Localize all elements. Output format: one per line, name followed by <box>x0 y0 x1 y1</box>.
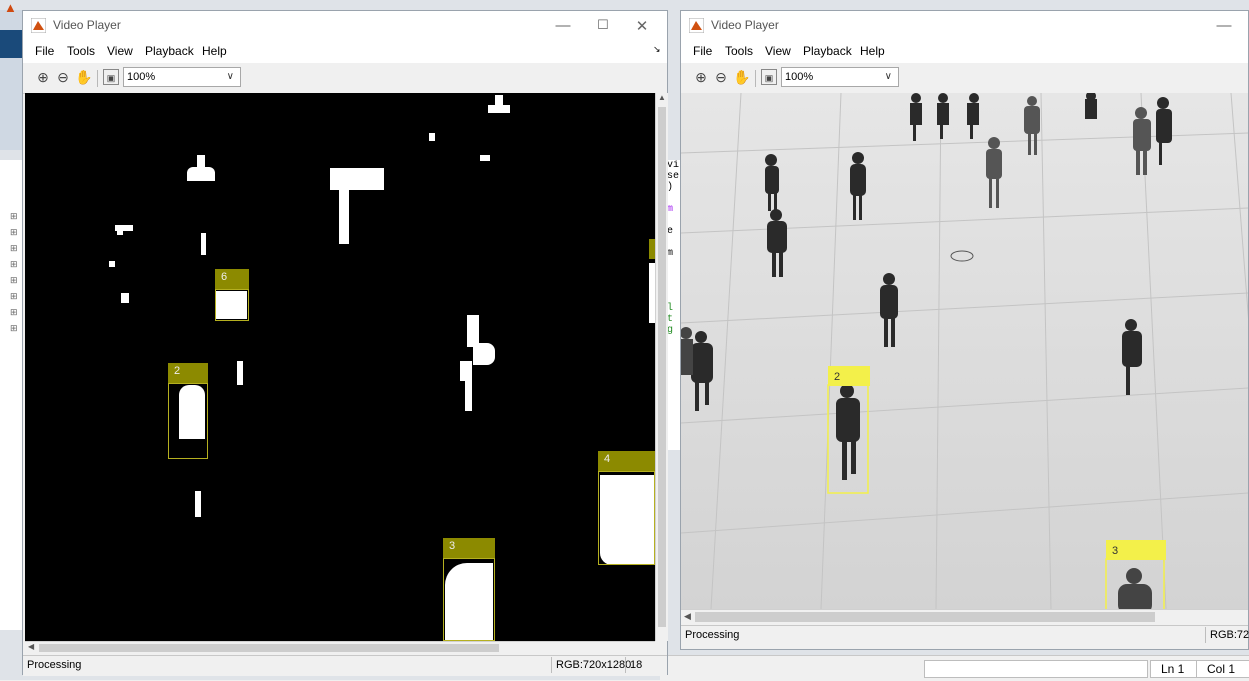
matlab-statusbar: Ln 1 Col 1 <box>660 655 1249 681</box>
left-vertical-scrollbar[interactable]: ▲ <box>655 93 668 641</box>
zoom-select[interactable]: 100% ∨ <box>123 67 241 87</box>
mask-bbox <box>598 471 655 565</box>
matlab-app-icon <box>30 17 47 34</box>
mask-bbox <box>215 289 249 321</box>
mask-box-label-2: 2 <box>168 363 208 383</box>
left-horizontal-scrollbar[interactable]: ◀ <box>25 641 655 654</box>
right-status-text: Processing <box>685 629 740 641</box>
fit-to-window-icon[interactable]: ▣ <box>761 69 777 85</box>
menu-file[interactable]: File <box>693 44 712 58</box>
right-box-label-2: 2 <box>834 371 840 383</box>
zoom-in-icon[interactable]: ⊕ <box>35 69 51 85</box>
scroll-up-icon[interactable]: ▲ <box>658 93 666 102</box>
right-window-title: Video Player <box>711 18 779 32</box>
chevron-down-icon: ∨ <box>884 71 892 82</box>
zoom-value: 100% <box>127 71 156 83</box>
left-statusbar: Processing RGB:720x1280 18 <box>23 655 667 676</box>
menu-playback[interactable]: Playback <box>803 44 852 58</box>
right-horizontal-scrollbar[interactable]: ◀ <box>681 609 1248 624</box>
menu-view[interactable]: View <box>107 44 133 58</box>
mask-bbox <box>443 558 495 641</box>
right-statusbar: Processing RGB:72 <box>681 625 1249 646</box>
toolbar-separator <box>755 70 756 87</box>
left-status-text: Processing <box>27 659 82 671</box>
crowd-scene-image: 2 3 <box>681 93 1248 609</box>
scroll-thumb[interactable] <box>658 107 666 627</box>
menu-tools[interactable]: Tools <box>67 44 95 58</box>
left-window-title: Video Player <box>53 18 121 32</box>
left-menubar: File Tools View Playback Help ↘ <box>23 41 667 63</box>
zoom-value: 100% <box>785 71 814 83</box>
frame-counter: 18 <box>625 657 646 673</box>
right-video-frame: 2 3 <box>681 93 1248 609</box>
scroll-thumb[interactable] <box>695 612 1155 622</box>
dock-arrow-icon[interactable]: ↘ <box>653 44 661 55</box>
left-mask-frame: 6 2 4 3 <box>25 93 655 641</box>
zoom-in-icon[interactable]: ⊕ <box>693 69 709 85</box>
maximize-button[interactable]: ☐ <box>588 17 618 33</box>
right-video-player-window[interactable]: Video Player — File Tools View Playback … <box>680 10 1249 650</box>
menu-playback[interactable]: Playback <box>145 44 194 58</box>
right-format-text: RGB:72 <box>1205 627 1249 643</box>
scroll-thumb[interactable] <box>39 644 499 652</box>
matlab-app-icon <box>688 17 705 34</box>
chevron-down-icon: ∨ <box>226 71 234 82</box>
pan-hand-icon[interactable]: ✋ <box>733 69 750 85</box>
left-video-player-window[interactable]: Video Player — ☐ ✕ File Tools View Playb… <box>22 10 668 676</box>
menu-view[interactable]: View <box>765 44 791 58</box>
zoom-out-icon[interactable]: ⊖ <box>713 69 729 85</box>
mask-box-label-4: 4 <box>598 451 655 471</box>
zoom-select[interactable]: 100% ∨ <box>781 67 899 87</box>
minimize-button[interactable]: — <box>548 17 578 34</box>
right-toolbar: ⊕ ⊖ ✋ ▣ 100% ∨ <box>681 63 1248 94</box>
minimize-button[interactable]: — <box>1209 17 1239 34</box>
right-box-label-3: 3 <box>1112 545 1118 557</box>
toolbar-separator <box>97 70 98 87</box>
scroll-left-icon[interactable]: ◀ <box>684 611 691 622</box>
zoom-out-icon[interactable]: ⊖ <box>55 69 71 85</box>
mask-box-label-3: 3 <box>443 538 495 558</box>
fit-to-window-icon[interactable]: ▣ <box>103 69 119 85</box>
close-button[interactable]: ✕ <box>627 17 657 35</box>
menu-help[interactable]: Help <box>202 44 227 58</box>
right-menubar: File Tools View Playback Help <box>681 41 1248 63</box>
mask-bbox <box>168 383 208 459</box>
menu-help[interactable]: Help <box>860 44 885 58</box>
column-indicator: Col 1 <box>1196 660 1249 678</box>
left-toolbar: ⊕ ⊖ ✋ ▣ 100% ∨ <box>23 63 667 94</box>
status-field <box>924 660 1148 678</box>
tree-expanders[interactable]: ⊞ ⊞ ⊞ ⊞ ⊞ ⊞ ⊞ ⊞ <box>10 208 18 336</box>
left-format-text: RGB:720x1280 <box>551 657 635 673</box>
menu-tools[interactable]: Tools <box>725 44 753 58</box>
scroll-left-icon[interactable]: ◀ <box>28 642 34 651</box>
pan-hand-icon[interactable]: ✋ <box>75 69 92 85</box>
left-titlebar[interactable]: Video Player — ☐ ✕ <box>23 11 667 41</box>
matlab-logo-icon: ▲ <box>4 0 17 15</box>
menu-file[interactable]: File <box>35 44 54 58</box>
mask-box-label-6: 6 <box>215 269 249 289</box>
right-titlebar[interactable]: Video Player — <box>681 11 1248 41</box>
